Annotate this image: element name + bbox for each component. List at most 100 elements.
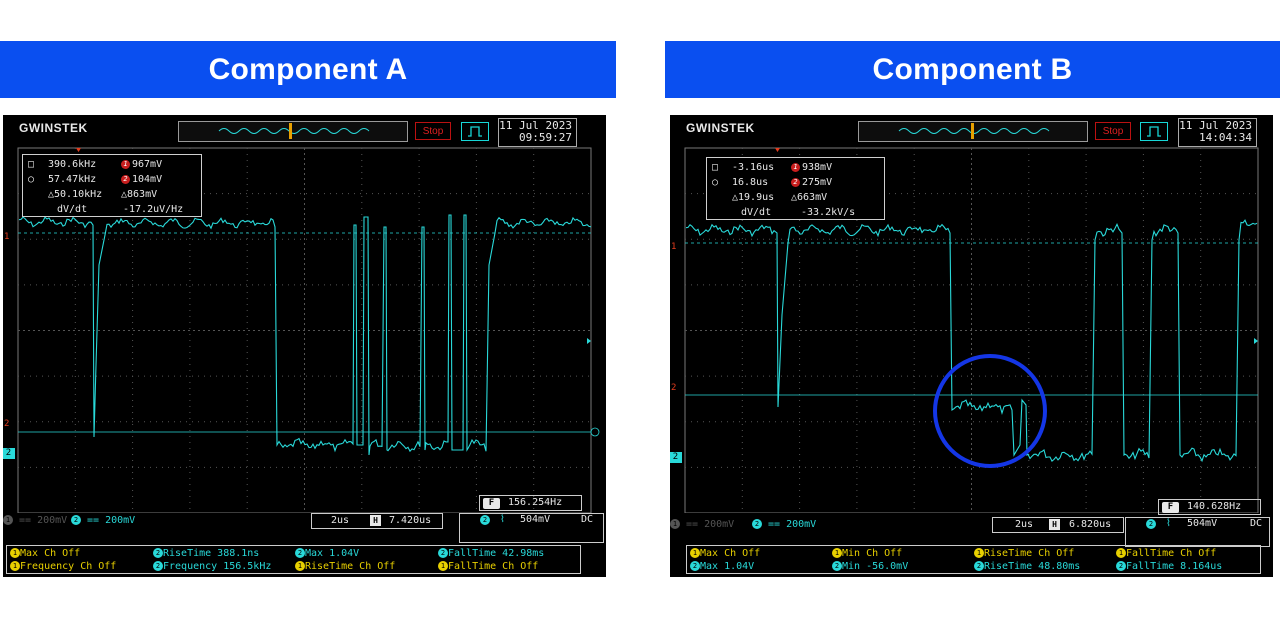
cursor-1-vertical: 938mV [802, 162, 833, 173]
ch2-icon: 2 [71, 515, 81, 525]
frequency-value: 156.254Hz [508, 497, 563, 508]
ch2-circle-icon: 2 [791, 177, 800, 187]
measurement-4: 2 FallTime 42.98ms [438, 548, 544, 559]
trigger-level-value: 504mV [1187, 518, 1218, 529]
measurement-6-text: Frequency 156.5kHz [163, 561, 272, 572]
h-position-icon: H [1049, 519, 1060, 530]
trigger-position-marker [76, 148, 81, 152]
trigger-level-marker [587, 338, 591, 344]
ch1-icon: 1 [690, 548, 700, 558]
ch1-icon: 1 [1116, 548, 1126, 558]
timebase-value: 2us [331, 515, 350, 526]
channel-2-ground-marker: 2 [3, 448, 15, 459]
cursor-2-horizontal: 16.8us [732, 177, 769, 188]
measurement-7: 1 RiseTime Ch Off [295, 561, 395, 572]
rising-edge-icon: ⌇ [500, 514, 505, 525]
delta-horizontal: △50.10kHz [48, 189, 103, 200]
measurement-3: 1 RiseTime Ch Off [974, 548, 1074, 559]
measurement-8-text: FallTime 8.164us [1126, 561, 1223, 572]
cursor-1-marker: 1 [671, 242, 677, 252]
measurement-1: 1 Max Ch Off [10, 548, 80, 559]
trigger-level-marker [1254, 338, 1258, 344]
measurement-6: 2 Min -56.0mV [832, 561, 908, 572]
cursor-2-vertical: 275mV [802, 177, 833, 188]
component-a-title: Component A [208, 52, 408, 86]
measurement-4-text: FallTime Ch Off [1126, 548, 1217, 559]
measurement-7-text: RiseTime Ch Off [305, 561, 396, 572]
ch1-icon: 1 [670, 519, 680, 529]
measurement-2-text: RiseTime 388.1ns [163, 548, 260, 559]
slope-value: -17.2uV/Hz [123, 204, 184, 215]
ch2-scale-value: 200mV [786, 519, 817, 530]
ch1-circle-icon: 1 [121, 159, 130, 169]
trigger-level-value: 504mV [520, 514, 551, 525]
ch2-icon: 2 [832, 561, 842, 571]
measurement-7-text: RiseTime 48.80ms [984, 561, 1081, 572]
highlight-circle [933, 354, 1047, 468]
ch1-icon: 1 [295, 561, 305, 571]
ch2-scale[interactable]: 2 == 200mV [752, 519, 816, 530]
measurement-4-text: FallTime 42.98ms [448, 548, 545, 559]
cursor-1-marker: 1 [4, 232, 10, 242]
measurement-1-text: Max Ch Off [20, 548, 81, 559]
ch1-circle-icon: 1 [791, 162, 800, 172]
rising-edge-icon: ⌇ [1166, 518, 1171, 529]
measurement-2-text: Min Ch Off [842, 548, 903, 559]
channel-2-ground-marker: 2 [670, 452, 682, 463]
h-position-value: 6.820us [1069, 519, 1112, 530]
f-badge-icon: F [1162, 501, 1179, 513]
ch1-icon: 1 [974, 548, 984, 558]
timebase-value: 2us [1015, 519, 1034, 530]
ch2-circle-icon: 2 [121, 174, 130, 184]
ch2-offset-marker [590, 427, 600, 437]
measurement-2: 2 RiseTime 388.1ns [153, 548, 259, 559]
timebase-box[interactable]: 2us H 6.820us [992, 517, 1124, 533]
component-a-header: Component A [0, 41, 616, 98]
measurement-3-text: Max 1.04V [305, 548, 360, 559]
trigger-position-marker [775, 148, 780, 152]
measurement-3: 2 Max 1.04V [295, 548, 359, 559]
oscilloscope-screen-b: GWINSTEK Stop 11 Jul 2023 14:04:34 1 2 2… [670, 115, 1273, 577]
measurement-5: 2 Max 1.04V [690, 561, 754, 572]
timebase-box[interactable]: 2us H 7.420us [311, 513, 443, 529]
ch1-icon: 1 [832, 548, 842, 558]
measurement-8: 1 FallTime Ch Off [438, 561, 538, 572]
trigger-box[interactable]: 2 ⌇ 504mV DC [1125, 517, 1270, 547]
coupling-value: DC [1250, 518, 1263, 529]
ch1-icon: 1 [3, 515, 13, 525]
ch1-scale[interactable]: 1 == 200mV [3, 515, 67, 526]
cursor-measurement-box: □ 390.6kHz 1 967mV ○ 57.47kHz 2 104mV △50.10kH… [22, 154, 202, 217]
measurement-8-text: FallTime Ch Off [448, 561, 539, 572]
cursor-2-marker: 2 [4, 419, 10, 429]
cursor-2-horizontal: 57.47kHz [48, 174, 97, 185]
channel-status-bar: 1 == 200mV 2 == 200mV 2us H 6.820us 2 ⌇ 504m… [670, 517, 1273, 547]
measurement-1: 1 Max Ch Off [690, 548, 760, 559]
oscilloscope-screen-a: GWINSTEK Stop 11 Jul 2023 09:59:27 1 2 2… [3, 115, 606, 577]
trigger-source-icon: 2 [480, 515, 490, 525]
ch1-scale[interactable]: 1 == 200mV [670, 519, 734, 530]
ch2-icon: 2 [690, 561, 700, 571]
measurement-7: 2 RiseTime 48.80ms [974, 561, 1080, 572]
cursor-1-horizontal: 390.6kHz [48, 159, 97, 170]
frequency-counter: F 140.628Hz [1158, 499, 1261, 515]
component-b-header: Component B [665, 41, 1280, 98]
ch2-icon: 2 [1116, 561, 1126, 571]
delta-horizontal: △19.9us [732, 192, 775, 203]
delta-vertical: △663mV [791, 192, 828, 203]
ch2-icon: 2 [295, 548, 305, 558]
cursor-measurement-box: □ -3.16us 1 938mV ○ 16.8us 2 275mV △19.9us △663… [706, 157, 885, 220]
ch2-scale-value: 200mV [105, 515, 136, 526]
auto-measurement-panel: 1 Max Ch Off 2 RiseTime 388.1ns 2 Max 1.04V… [6, 545, 581, 574]
ch2-scale[interactable]: 2 == 200mV [71, 515, 135, 526]
measurement-5-text: Max 1.04V [700, 561, 755, 572]
ch2-icon: 2 [974, 561, 984, 571]
delta-vertical: △863mV [121, 189, 158, 200]
f-badge-icon: F [483, 497, 500, 509]
ch1-scale-value: 200mV [704, 519, 735, 530]
frequency-counter: F 156.254Hz [479, 495, 582, 511]
measurement-5-text: Frequency Ch Off [20, 561, 117, 572]
ch1-icon: 1 [10, 561, 20, 571]
trigger-box[interactable]: 2 ⌇ 504mV DC [459, 513, 604, 543]
cursor-2-marker: 2 [671, 383, 677, 393]
ch2-icon: 2 [752, 519, 762, 529]
